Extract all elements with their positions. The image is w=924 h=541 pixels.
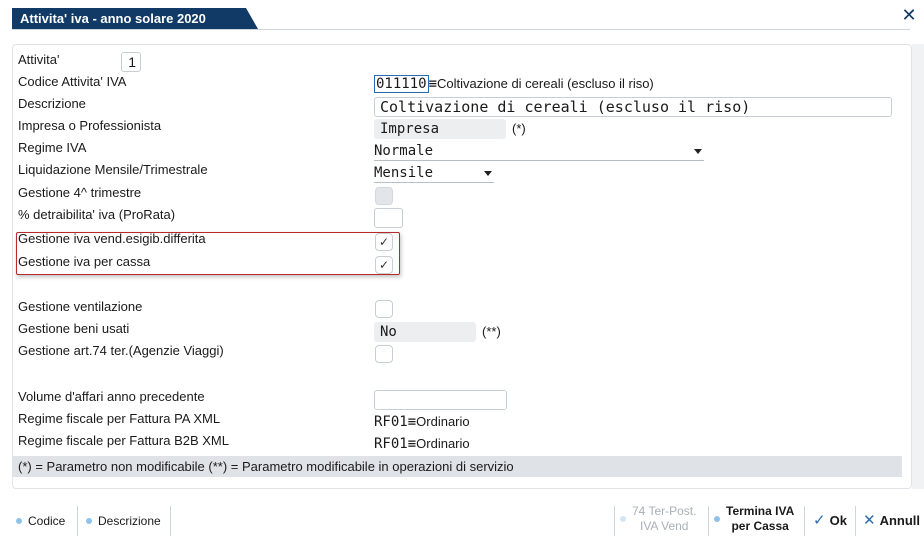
check-icon: ✓ [813, 512, 826, 529]
annulla-button-label: Annull [879, 513, 921, 528]
ter-post-line1: 74 Ter-Post. [632, 504, 697, 518]
detraibilita-label: % detraibilita' iva (ProRata) [18, 207, 176, 222]
regime-b2b-code[interactable]: RF01 [374, 436, 408, 452]
codice-attivita-desc: Coltivazione di cereali (escluso il riso… [437, 76, 654, 91]
beni-usati-field: No [374, 322, 476, 342]
regime-iva-select[interactable]: Normale [374, 141, 704, 161]
gestione-4-trim-label: Gestione 4^ trimestre [18, 185, 142, 200]
ventilazione-label: Gestione ventilazione [18, 299, 143, 314]
regime-pa-code[interactable]: RF01 [374, 414, 408, 430]
toolbar-divider [708, 506, 709, 536]
attivita-field[interactable]: 1 [121, 52, 141, 72]
ter-post-iva-vend-button: 74 Ter-Post. IVA Vend [618, 504, 696, 534]
lookup-icon[interactable]: ≡ [429, 76, 437, 92]
termina-line2: per Cassa [731, 519, 789, 533]
attivita-label: Attivita' [18, 52, 60, 67]
ok-button[interactable]: ✓ Ok [813, 510, 847, 532]
descrizione-button-label: Descrizione [98, 514, 161, 528]
window-title: Attivita' iva - anno solare 2020 [12, 8, 258, 29]
beni-usati-label: Gestione beni usati [18, 321, 130, 336]
title-divider [12, 29, 910, 30]
close-icon[interactable]: ✕ [900, 6, 918, 24]
dot-icon [620, 516, 626, 522]
regime-b2b-label: Regime fiscale per Fattura B2B XML [18, 433, 229, 448]
codice-attivita-field[interactable]: 011110 ≡Coltivazione di cereali (escluso … [374, 75, 654, 93]
close-icon: ✕ [863, 512, 876, 529]
codice-button[interactable]: Codice [12, 510, 65, 532]
descrizione-button[interactable]: Descrizione [82, 510, 161, 532]
toolbar-divider [855, 506, 856, 536]
volume-affari-label: Volume d'affari anno precedente [18, 389, 205, 404]
dot-icon [16, 518, 22, 524]
chevron-down-icon [694, 149, 702, 154]
toolbar-divider [804, 506, 805, 536]
regime-iva-value: Normale [374, 143, 434, 159]
detraibilita-field[interactable] [374, 208, 403, 228]
ok-button-label: Ok [829, 513, 847, 528]
annulla-button[interactable]: ✕ Annull [863, 510, 920, 532]
toolbar-divider [170, 506, 171, 536]
regime-pa-desc: Ordinario [416, 414, 470, 429]
ter-post-line2: IVA Vend [639, 519, 689, 533]
toolbar-divider [614, 506, 615, 536]
impresa-label: Impresa o Professionista [18, 118, 162, 133]
liquidazione-select[interactable]: Mensile [374, 163, 494, 183]
impresa-field: Impresa [374, 119, 506, 139]
art74-checkbox[interactable] [375, 345, 393, 363]
regime-b2b-field[interactable]: RF01≡Ordinario [374, 435, 470, 453]
ventilazione-checkbox[interactable] [375, 300, 393, 318]
regime-pa-field[interactable]: RF01≡Ordinario [374, 413, 470, 431]
legend-note: (*) = Parametro non modificabile (**) = … [12, 456, 902, 477]
art74-label: Gestione art.74 ter.(Agenzie Viaggi) [18, 343, 224, 358]
codice-attivita-code[interactable]: 011110 [374, 75, 429, 93]
scrollbar[interactable]: ⇗ 1/ ⇘ [912, 44, 924, 489]
impresa-note: (*) [512, 121, 526, 136]
codice-attivita-label: Codice Attivita' IVA [18, 74, 127, 89]
dot-icon [86, 518, 92, 524]
descrizione-field[interactable]: Coltivazione di cereali (escluso il riso… [374, 97, 892, 117]
chevron-down-icon [484, 171, 492, 176]
lookup-icon[interactable]: ≡ [408, 414, 416, 430]
regime-pa-label: Regime fiscale per Fattura PA XML [18, 411, 221, 426]
regime-iva-label: Regime IVA [18, 140, 87, 155]
regime-b2b-desc: Ordinario [416, 436, 470, 451]
dot-icon [714, 516, 720, 522]
liquidazione-label: Liquidazione Mensile/Trimestrale [18, 162, 208, 177]
bottom-toolbar: Codice Descrizione 74 Ter-Post. IVA Vend… [0, 498, 924, 541]
descrizione-label: Descrizione [18, 96, 86, 111]
beni-usati-note: (**) [482, 324, 501, 339]
termina-line1: Termina IVA [726, 504, 795, 518]
liquidazione-value: Mensile [374, 165, 434, 181]
highlight-box [16, 232, 400, 275]
volume-affari-field[interactable] [374, 390, 507, 410]
gestione-4-trim-checkbox [375, 187, 393, 205]
codice-button-label: Codice [28, 514, 66, 528]
lookup-icon[interactable]: ≡ [408, 436, 416, 452]
toolbar-divider [77, 506, 78, 536]
termina-iva-per-cassa-button[interactable]: Termina IVA per Cassa [712, 504, 794, 534]
